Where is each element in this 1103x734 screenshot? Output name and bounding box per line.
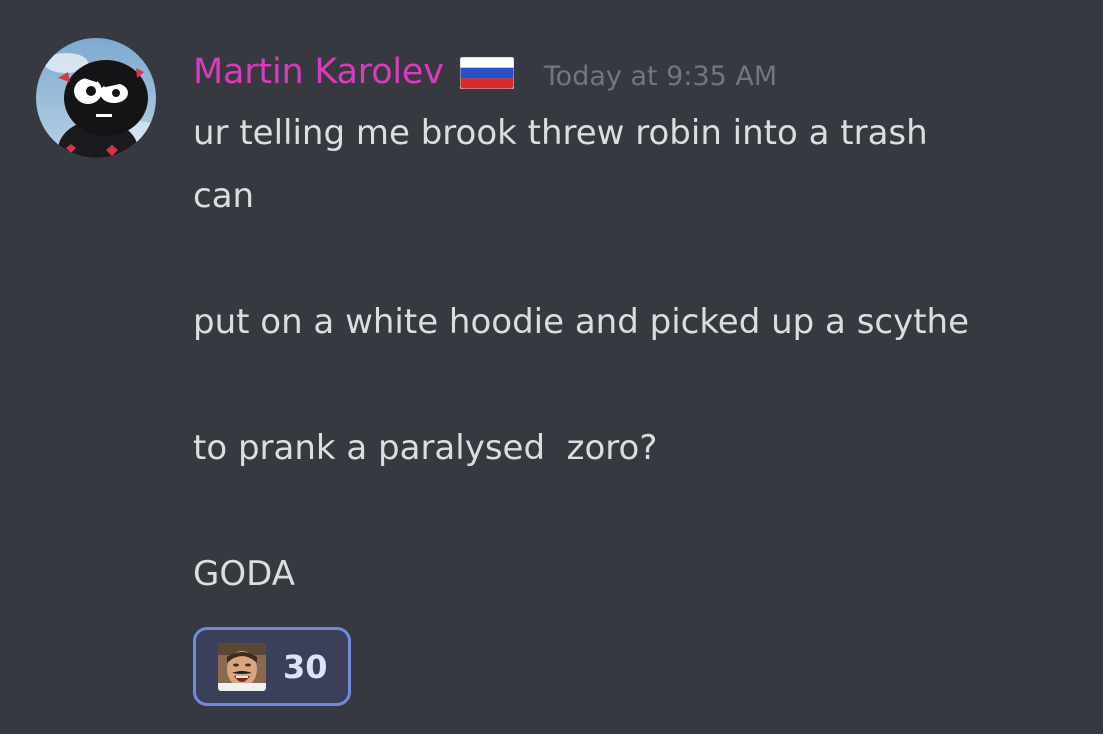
reaction-count: 30 (283, 647, 328, 686)
reaction-button[interactable]: 30 (193, 627, 351, 706)
avatar[interactable] (36, 38, 156, 158)
message-line: ur telling me brook threw robin into a t… (193, 113, 928, 153)
chat-message: Martin Karolev Today at 9:35 AM ur telli… (0, 0, 1103, 734)
message-line: to prank a paralysed zoro? (193, 428, 658, 468)
laughing-man-emoji-icon (218, 642, 266, 691)
username[interactable]: Martin Karolev (193, 52, 444, 92)
avatar-image (36, 38, 156, 158)
message-line (193, 228, 1093, 291)
timestamp: Today at 9:35 AM (543, 60, 778, 92)
message-header: Martin Karolev Today at 9:35 AM (193, 48, 777, 96)
message-line (193, 354, 1093, 417)
message-line: GODA (193, 554, 295, 594)
message-content: ur telling me brook threw robin into a t… (193, 102, 1093, 606)
message-line: can (193, 176, 255, 216)
message-line (193, 480, 1093, 543)
russia-flag-icon (459, 57, 514, 89)
message-line: put on a white hoodie and picked up a sc… (193, 302, 970, 342)
